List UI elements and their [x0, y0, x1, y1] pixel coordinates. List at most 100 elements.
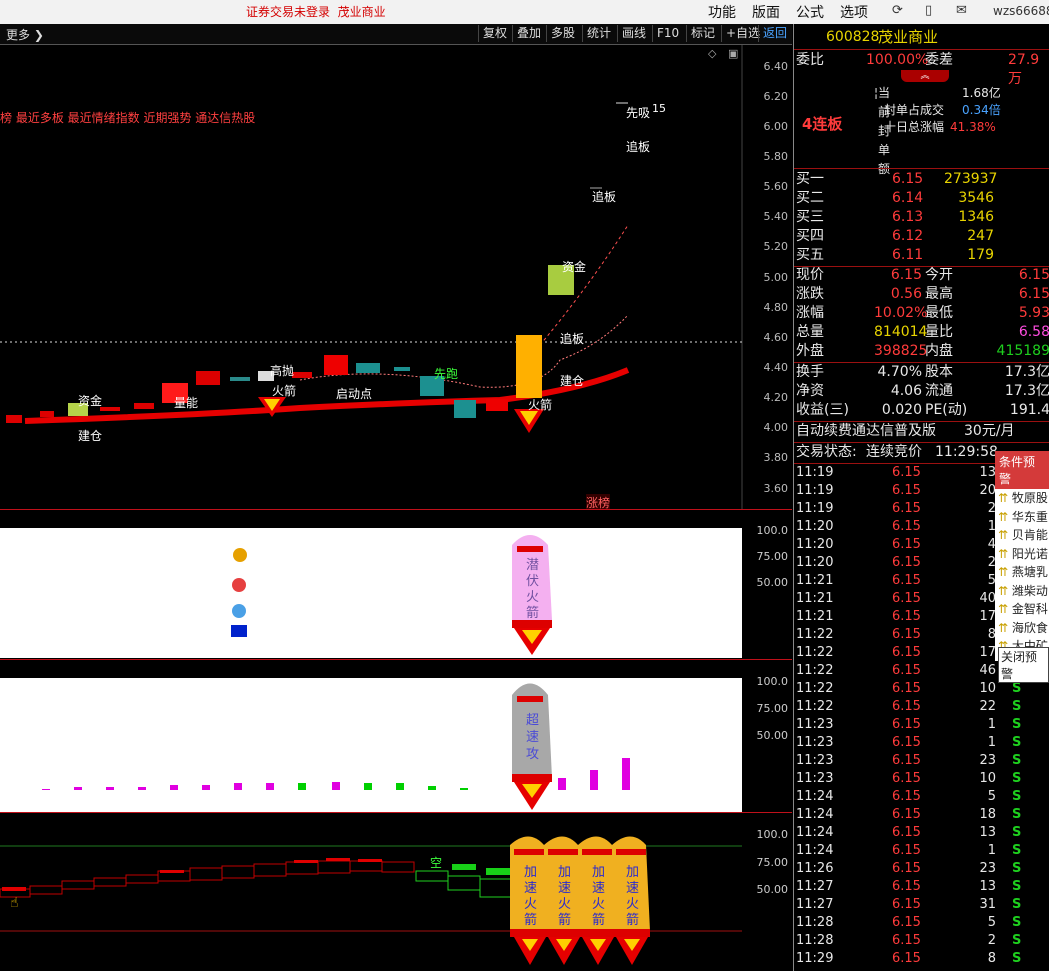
diamond-icon[interactable]: ◇ — [708, 47, 716, 60]
y-tick: 6.40 — [763, 60, 789, 73]
fuquan-button[interactable]: 复权 — [478, 25, 511, 42]
close-alert-button[interactable]: 关闭预警 — [998, 647, 1049, 683]
y-tick: 4.00 — [763, 421, 789, 434]
y-tick: 6.00 — [763, 120, 789, 133]
bid-label: 买二 — [796, 190, 824, 206]
alert-item[interactable]: ⇈ 阳光诺 — [995, 545, 1049, 564]
indicator-pane-4[interactable]: ☝ 空 加速火箭 加速火箭 加速火箭 加速火箭 100.0 75.00 50.0… — [0, 813, 792, 971]
y-tick: 100.0 — [756, 524, 789, 537]
alert-item[interactable]: ⇈ 金智科 — [995, 600, 1049, 619]
trade-price: 6.15 — [892, 591, 921, 606]
trade-price: 6.15 — [892, 663, 921, 678]
alert-item[interactable]: ⇈ 潍柴动 — [995, 582, 1049, 601]
trade-time: 11:24 — [796, 789, 834, 804]
candle — [454, 400, 476, 418]
f10-button[interactable]: F10 — [652, 25, 683, 42]
back-button[interactable]: 返回 — [758, 25, 791, 42]
trade-price: 6.15 — [892, 789, 921, 804]
condition-alert-panel[interactable]: 条件预警 ⇈ 牧原股 ⇈ 华东重 ⇈ 贝肯能 ⇈ 阳光诺 ⇈ 燕塘乳 ⇈ 潍柴动 ⇈ 金智科… — [995, 451, 1049, 683]
bid-row[interactable]: 买一 6.15 273937 — [794, 170, 1049, 189]
trade-row: 11:27 6.15 13 S — [794, 878, 1049, 896]
stat-value: 10.02% — [874, 305, 928, 321]
y-tick: 5.40 — [763, 210, 789, 223]
rocket-char: 速 — [558, 881, 572, 896]
y-tick: 4.40 — [763, 361, 789, 374]
collapse-toggle[interactable]: ︽ — [901, 70, 949, 82]
alert-item-label: 牧原股 — [1011, 491, 1048, 505]
candle — [6, 415, 22, 423]
bid-row[interactable]: 买二 6.14 3546 — [794, 189, 1049, 208]
main-chart[interactable]: 榜 最近多板 最近情绪指数 近期强势 通达信热股 资金 建仓 量能 高抛 火箭 … — [0, 45, 792, 511]
trade-volume: 20 — [979, 483, 996, 498]
label-xianxi: 先吸 — [626, 106, 651, 120]
volume-bar — [558, 778, 566, 790]
rocket-label-3: 加速火箭 — [592, 865, 606, 929]
y-tick: 6.20 — [763, 90, 789, 103]
y-tick: 5.20 — [763, 240, 789, 253]
phone-icon[interactable]: ▯ — [925, 3, 932, 18]
trade-price: 6.15 — [892, 753, 921, 768]
statistics-button[interactable]: 统计 — [582, 25, 615, 42]
menu-function[interactable]: 功能 — [708, 2, 736, 22]
volume-bar — [460, 788, 468, 790]
label-huojian: 火箭 — [272, 384, 297, 398]
bid-row[interactable]: 买三 6.13 1346 — [794, 208, 1049, 227]
mail-icon[interactable]: ✉ — [956, 3, 967, 18]
trade-volume: 1 — [987, 735, 996, 750]
indicator-pane-3[interactable]: 超 速 攻 100.0 75.00 50.00 — [0, 660, 792, 813]
trade-price: 6.15 — [892, 951, 921, 966]
step-bars — [0, 860, 415, 898]
multi-stock-button[interactable]: 多股 — [546, 25, 579, 42]
menu-formula[interactable]: 公式 — [796, 2, 824, 22]
trade-time: 11:19 — [796, 501, 834, 516]
draw-line-button[interactable]: 画线 — [617, 25, 650, 42]
bid-row[interactable]: 买四 6.12 247 — [794, 227, 1049, 246]
menu-options[interactable]: 选项 — [840, 2, 868, 22]
trade-time: 11:21 — [796, 573, 834, 588]
trade-volume: 13 — [979, 879, 996, 894]
y-tick: 3.60 — [763, 482, 789, 495]
trade-side: S — [1012, 753, 1022, 768]
trade-time: 11:23 — [796, 771, 834, 786]
rocket-char: 箭 — [558, 913, 572, 928]
alert-item[interactable]: ⇈ 牧原股 — [995, 489, 1049, 508]
stock-code[interactable]: 600828 — [826, 26, 879, 48]
ad-row[interactable]: 自动续费通达信普及版 30元/月 — [794, 422, 1049, 441]
trade-time: 11:19 — [796, 483, 834, 498]
trade-volume: 23 — [979, 753, 996, 768]
login-notice[interactable]: 证券交易未登录 茂业商业 — [246, 3, 386, 20]
bid-price: 6.13 — [892, 209, 924, 225]
trade-time: 11:24 — [796, 807, 834, 822]
indicator-pane-2[interactable]: 潜 伏 火 箭 100.0 75.00 50.00 — [0, 510, 792, 660]
volume-bar — [622, 758, 630, 790]
support-icon[interactable]: ⟳ — [892, 3, 903, 18]
username[interactable]: wzs66688 — [993, 4, 1049, 18]
stock-name[interactable]: 茂业商业 — [878, 26, 938, 48]
mark-button[interactable]: 标记 — [686, 25, 719, 42]
stat-label: 最低 — [925, 305, 953, 321]
alert-item[interactable]: ⇈ 华东重 — [995, 508, 1049, 527]
trade-side: S — [1012, 897, 1022, 912]
weibi-label: 委比 — [796, 52, 824, 68]
stock-header: 600828 茂业商业 — [794, 26, 1049, 48]
trade-row: 11:24 6.15 13 S — [794, 824, 1049, 842]
alert-item[interactable]: ⇈ 贝肯能 — [995, 526, 1049, 545]
label-huojian-2: 火箭 — [528, 398, 553, 412]
bid-row[interactable]: 买五 6.11 179 — [794, 246, 1049, 265]
y-tick: 5.60 — [763, 180, 789, 193]
trade-price: 6.15 — [892, 735, 921, 750]
alert-item[interactable]: ⇈ 海欣食 — [995, 619, 1049, 638]
label-zhuiban-1: 追板 — [592, 190, 617, 204]
rocket-char: 火 — [526, 590, 540, 605]
alert-item-icon: ⇈ — [998, 620, 1009, 635]
trade-status-label: 交易状态: — [796, 444, 857, 460]
trade-time: 11:23 — [796, 717, 834, 732]
alert-item[interactable]: ⇈ 燕塘乳 — [995, 563, 1049, 582]
alert-item-label: 海欣食 — [1011, 620, 1048, 635]
overlay-button[interactable]: 叠加 — [512, 25, 545, 42]
trade-time: 11:19 — [796, 465, 834, 480]
more-button[interactable]: 更多 ❯ — [6, 26, 44, 43]
menu-layout[interactable]: 版面 — [752, 2, 780, 22]
alert-item-label: 燕塘乳 — [1011, 565, 1048, 579]
window-icon[interactable]: ▣ — [728, 47, 738, 60]
